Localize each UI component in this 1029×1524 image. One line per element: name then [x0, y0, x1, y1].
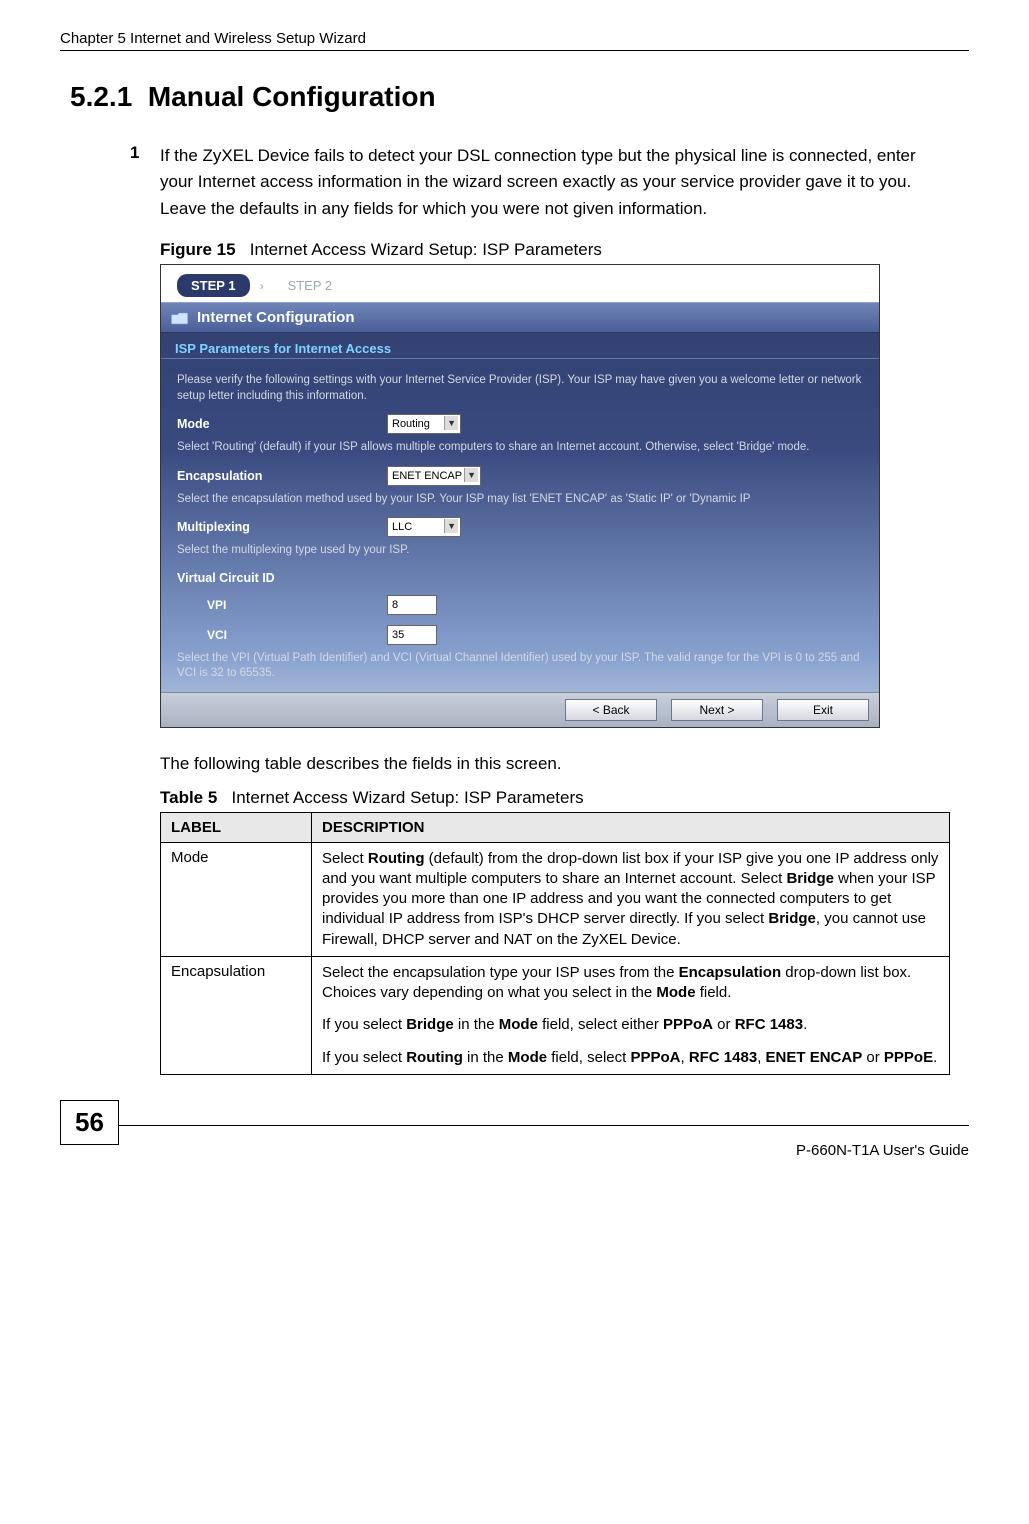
- vpi-input[interactable]: 8: [387, 595, 437, 615]
- wizard-step-2-tab[interactable]: STEP 2: [274, 274, 347, 297]
- wizard-title: Internet Configuration: [197, 309, 355, 326]
- encapsulation-help-text: Select the encapsulation method used by …: [177, 492, 863, 508]
- vpi-label: VPI: [177, 598, 387, 612]
- bold-span: ENET ENCAP: [766, 1049, 863, 1066]
- vci-input[interactable]: 35: [387, 625, 437, 645]
- mode-help-text: Select 'Routing' (default) if your ISP a…: [177, 440, 863, 456]
- mode-label: Mode: [177, 417, 387, 431]
- bold-span: PPPoA: [663, 1016, 713, 1033]
- step-text: If the ZyXEL Device fails to detect your…: [160, 143, 949, 222]
- bold-span: Mode: [499, 1016, 538, 1033]
- text-span: or: [713, 1016, 735, 1033]
- figure-caption: Figure 15 Internet Access Wizard Setup: …: [160, 240, 949, 260]
- wizard-title-bar: Internet Configuration: [161, 302, 879, 333]
- vci-row: VCI 35: [177, 625, 863, 645]
- text-span: or: [862, 1049, 884, 1066]
- next-button[interactable]: Next >: [671, 699, 763, 721]
- table-row: Mode Select Routing (default) from the d…: [161, 842, 950, 956]
- text-span: Select: [322, 850, 368, 867]
- text-span: field, select: [547, 1049, 630, 1066]
- exit-button[interactable]: Exit: [777, 699, 869, 721]
- virtual-circuit-help-text: Select the VPI (Virtual Path Identifier)…: [177, 651, 863, 682]
- bold-span: Mode: [508, 1049, 547, 1066]
- multiplexing-label: Multiplexing: [177, 520, 387, 534]
- wizard-screenshot: STEP 1 › STEP 2 Internet Configuration I…: [160, 264, 880, 728]
- section-number: 5.2.1: [70, 81, 132, 112]
- text-span: .: [803, 1016, 807, 1033]
- description-table: LABEL DESCRIPTION Mode Select Routing (d…: [160, 812, 950, 1075]
- text-span: ,: [757, 1049, 765, 1066]
- bold-span: RFC 1483: [735, 1016, 803, 1033]
- text-span: in the: [454, 1016, 499, 1033]
- text-span: .: [933, 1049, 937, 1066]
- bold-span: Mode: [656, 984, 695, 1001]
- table-caption-text: Internet Access Wizard Setup: ISP Parame…: [232, 788, 584, 807]
- bold-span: Routing: [368, 850, 425, 867]
- vci-label: VCI: [177, 628, 387, 642]
- multiplexing-select[interactable]: LLC: [387, 517, 461, 537]
- wizard-step-1-tab[interactable]: STEP 1: [177, 274, 250, 297]
- multiplexing-help-text: Select the multiplexing type used by you…: [177, 543, 863, 559]
- table-row: Encapsulation Select the encapsulation t…: [161, 956, 950, 1074]
- step-row: 1 If the ZyXEL Device fails to detect yo…: [130, 143, 949, 222]
- bold-span: Bridge: [786, 870, 834, 887]
- vpi-row: VPI 8: [177, 595, 863, 615]
- wizard-section-heading: ISP Parameters for Internet Access: [161, 333, 879, 359]
- bold-span: Bridge: [768, 910, 816, 927]
- multiplexing-row: Multiplexing LLC: [177, 517, 863, 537]
- table-header-label: LABEL: [161, 812, 312, 842]
- table-label: Table 5: [160, 788, 217, 807]
- encapsulation-select[interactable]: ENET ENCAP: [387, 466, 481, 486]
- bold-span: PPPoA: [630, 1049, 680, 1066]
- bold-span: Routing: [406, 1049, 463, 1066]
- bold-span: Bridge: [406, 1016, 454, 1033]
- mode-select[interactable]: Routing: [387, 414, 461, 434]
- table-row-description: Select Routing (default) from the drop-d…: [312, 842, 950, 956]
- wizard-intro-text: Please verify the following settings wit…: [177, 373, 863, 404]
- chevron-right-icon: ›: [260, 279, 264, 293]
- text-span: in the: [463, 1049, 508, 1066]
- virtual-circuit-heading: Virtual Circuit ID: [177, 571, 863, 585]
- folder-icon: [171, 311, 189, 325]
- step-block: 1 If the ZyXEL Device fails to detect yo…: [130, 143, 949, 1075]
- table-header-row: LABEL DESCRIPTION: [161, 812, 950, 842]
- section-title: 5.2.1 Manual Configuration: [70, 81, 969, 113]
- page-number: 56: [60, 1100, 119, 1145]
- bold-span: RFC 1483: [689, 1049, 757, 1066]
- text-span: field.: [696, 984, 732, 1001]
- table-row-label: Mode: [161, 842, 312, 956]
- mode-row: Mode Routing: [177, 414, 863, 434]
- wizard-footer: < Back Next > Exit: [161, 692, 879, 727]
- table-header-description: DESCRIPTION: [312, 812, 950, 842]
- table-row-description: Select the encapsulation type your ISP u…: [312, 956, 950, 1074]
- back-button[interactable]: < Back: [565, 699, 657, 721]
- figure-label: Figure 15: [160, 240, 236, 259]
- text-span: Select the encapsulation type your ISP u…: [322, 964, 679, 981]
- encapsulation-label: Encapsulation: [177, 469, 387, 483]
- post-figure-text: The following table describes the fields…: [160, 754, 949, 774]
- step-number: 1: [130, 143, 160, 222]
- bold-span: Encapsulation: [679, 964, 782, 981]
- text-span: If you select: [322, 1016, 406, 1033]
- wizard-step-tabs: STEP 1 › STEP 2: [161, 265, 879, 302]
- page-footer: 56 P-660N-T1A User's Guide: [60, 1125, 969, 1173]
- bold-span: PPPoE: [884, 1049, 933, 1066]
- text-span: field, select either: [538, 1016, 663, 1033]
- table-caption: Table 5 Internet Access Wizard Setup: IS…: [160, 788, 949, 808]
- text-span: If you select: [322, 1049, 406, 1066]
- section-name: Manual Configuration: [148, 81, 436, 112]
- table-row-label: Encapsulation: [161, 956, 312, 1074]
- chapter-header: Chapter 5 Internet and Wireless Setup Wi…: [60, 30, 969, 51]
- guide-title: P-660N-T1A User's Guide: [796, 1142, 969, 1159]
- wizard-body: Please verify the following settings wit…: [161, 359, 879, 692]
- page-container: Chapter 5 Internet and Wireless Setup Wi…: [0, 0, 1029, 1183]
- figure-caption-text: Internet Access Wizard Setup: ISP Parame…: [250, 240, 602, 259]
- encapsulation-row: Encapsulation ENET ENCAP: [177, 466, 863, 486]
- text-span: ,: [680, 1049, 688, 1066]
